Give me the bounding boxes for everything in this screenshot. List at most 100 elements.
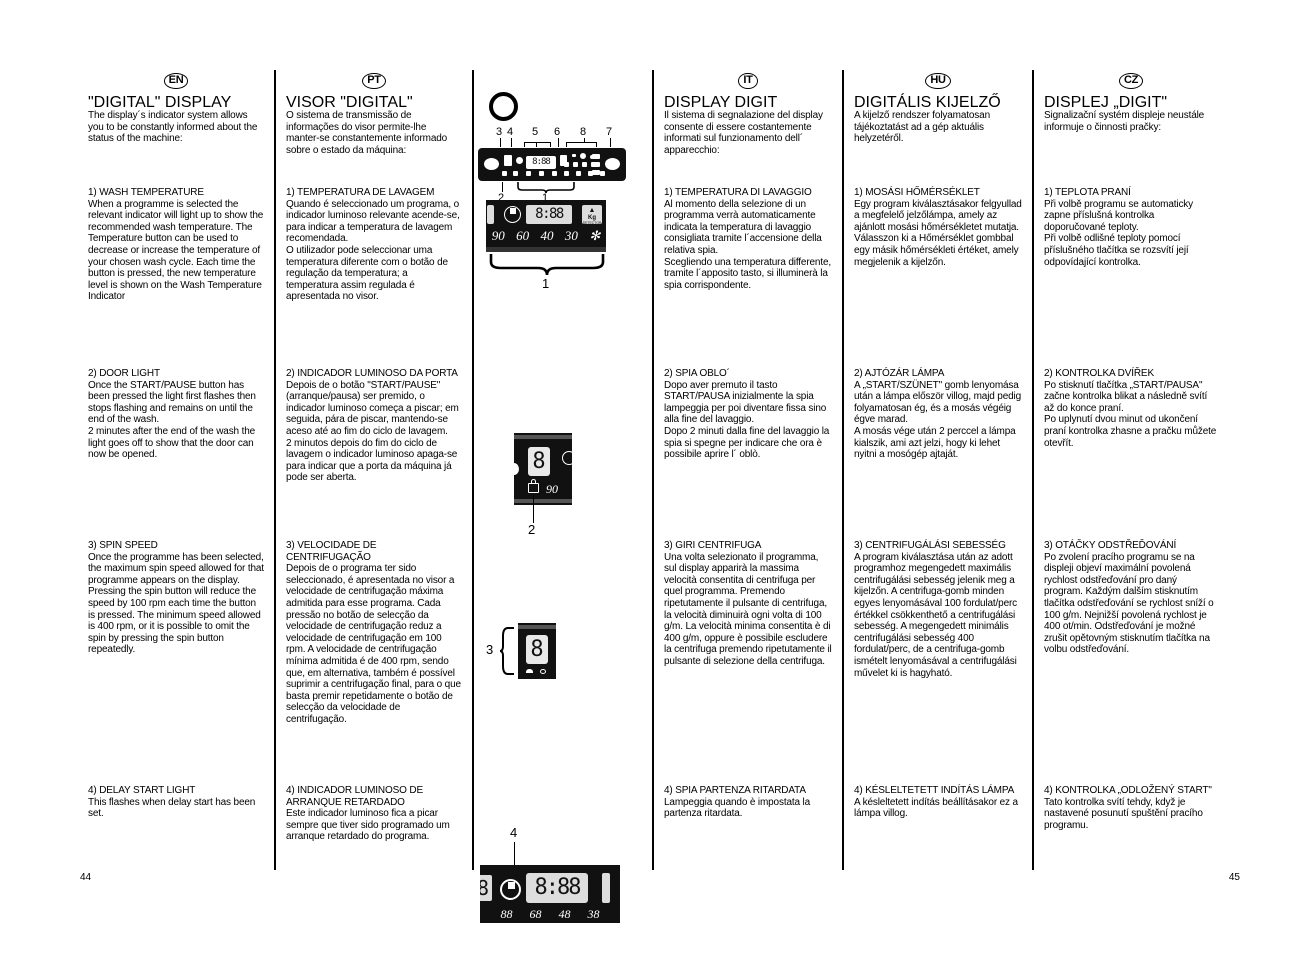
intro-en: The display´s indicator system allows yo… [88,110,258,145]
panel-indicator-7 [576,171,581,176]
panel-leader-8 [584,138,585,142]
section-1-body-it: Al momento della selezione di un program… [664,198,832,291]
section-1-body-hu: Egy program kiválasztásakor felgyullad a… [854,198,1022,268]
section-2-body-pt: Depois de o botão "START/PAUSE" (arranqu… [286,379,459,484]
panel-indicator-3 [526,171,531,176]
delay-temp-3: 48 [558,906,571,921]
spin-fig-top-bar [518,625,556,629]
section-1-title-hu: 1) MOSÁSI HŐMÉRSÉKLET [854,187,980,198]
panel-bracket-8-right [596,142,597,147]
section-1-body-cz: Při volbě programu se automaticky zapne … [1044,198,1194,268]
section-2-cz: 2) KONTROLKA DVÍŘEK Po stisknutí tlačítk… [1044,368,1218,449]
language-badge-en: EN [88,70,264,90]
temp-left-bar [487,205,494,224]
section-1-title-pt: 1) TEMPERATURA DE LAVAGEM [286,187,435,198]
panel-digit-display: 8:88 [526,156,556,169]
panel-indicator-1 [502,171,507,176]
lock-fig-notch [514,463,519,475]
language-badge-cz: CZ [1044,70,1218,90]
section-4-title-pt: 4) INDICADOR LUMINOSO DE ARRANQUE RETARD… [286,785,423,808]
temp-digit-display: 8:88 [526,205,572,224]
delay-left-digit: 8 [480,875,492,901]
delay-temp-1: 88 [500,906,513,921]
section-3-title-it: 3) GIRI CENTRIFUGA [664,540,762,551]
intro-cz: Signalizační systém displeje neustále in… [1044,110,1205,133]
section-4-it: 4) SPIA PARTENZA RITARDATA Lampeggia qua… [664,785,832,820]
panel-indicator-row [502,171,610,177]
lock-fig-digit: 8 [528,447,550,476]
delay-callout-4: 4 [510,825,518,840]
spin-fig-icons [524,669,552,677]
section-2-en: 2) DOOR LIGHT Once the START/PAUSE butto… [88,368,264,461]
lock-fig-temp-90: 90 [546,482,558,496]
section-2-hu: 2) AJTÓZÁR LÁMPA A „START/SZÜNET" gomb l… [854,368,1022,461]
language-badge-pt: PT [286,70,462,90]
manual-page-spread: EN "DIGITAL" DISPLAY The display´s indic… [0,0,1308,954]
panel-bracket-8 [566,142,596,143]
section-1-title-it: 1) TEMPERATURA DI LAVAGGIO [664,187,812,198]
section-1-cz: 1) TEPLOTA PRANÍ Při volbě programu se a… [1044,187,1218,268]
door-light-leader [533,495,534,523]
temp-value-60: 60 [516,228,530,243]
temp-value-90: 90 [491,228,505,243]
column-cz: CZ DISPLEJ „DIGIT" Signalizační systém d… [1034,70,1228,870]
section-3-body-hu: A program kiválasztása után az adott pro… [854,551,1018,679]
language-badge-hu: HU [854,70,1022,90]
section-4-body-it: Lampeggia quando è impostata la partenza… [664,796,811,820]
section-2-body-hu: A „START/SZÜNET" gomb lenyomása után a l… [854,379,1022,461]
spin-brace [500,627,514,675]
language-code-it: IT [738,73,758,89]
figure-spin-speed-display: 8 [518,623,556,679]
lock-fig-top-bar [514,435,572,439]
door-circle-icon [489,92,518,121]
panel-bracket-5-left [524,142,525,147]
section-1-title-en: 1) WASH TEMPERATURE [88,187,204,198]
section-4-body-en: This flashes when delay start has been s… [88,796,256,820]
panel-bracket-8-left [566,142,567,147]
panel-callout-4: 4 [507,126,514,138]
section-4-cz: 4) KONTROLKA „ODLOŽENÝ START" Tato kontr… [1044,785,1218,831]
delay-digit-display: 8:88 [526,873,588,903]
figure-wash-temperature-display: 8:88 ▲ Kg DETECTOR 90 60 40 30 ✻ [486,200,606,252]
panel-phase-icon-e [573,162,578,167]
section-1-it: 1) TEMPERATURA DI LAVAGGIO Al momento de… [664,187,832,291]
section-1-pt: 1) TEMPERATURA DE LAVAGEM Quando é selec… [286,187,462,303]
padlock-icon [528,479,539,493]
temp-value-30: 30 [564,228,578,243]
panel-option-icon-1 [592,154,600,159]
section-4-title-en: 4) DELAY START LIGHT [88,785,196,796]
panel-callout-6: 6 [554,126,561,138]
panel-indicator-6 [564,171,569,176]
section-2-pt: 2) INDICADOR LUMINOSO DA PORTA Depois de… [286,368,462,484]
column-pt: PT VISOR "DIGITAL" O sistema de transmis… [276,70,474,870]
lock-fig-clock-icon [562,451,572,465]
panel-callout-3: 3 [496,126,503,138]
intro-it: Il sistema di segnalazione del display c… [664,110,823,156]
page-number-right: 45 [1228,872,1240,883]
panel-indicator-5 [552,171,557,176]
section-4-title-cz: 4) KONTROLKA „ODLOŽENÝ START" [1044,785,1212,796]
figure-stack: 3 4 5 6 8 7 8:88 2 1 8:88 ▲ Kg DETECTOR … [474,70,654,923]
control-panel-body: 8:88 [478,148,626,181]
panel-knob-right[interactable] [605,158,620,170]
delay-clock-icon [504,206,521,223]
panel-icon-temp [504,155,512,166]
panel-knob-left[interactable] [484,158,499,170]
section-4-title-it: 4) SPIA PARTENZA RITARDATA [664,785,806,796]
panel-leader-2 [502,182,503,192]
language-code-hu: HU [925,73,951,89]
section-4-en: 4) DELAY START LIGHT This flashes when d… [88,785,264,820]
panel-bracket-5-right [550,142,551,147]
panel-leader-4 [511,138,512,147]
panel-clock-icon [516,157,523,164]
section-3-cz: 3) OTÁČKY ODSTŘEĎOVÁNÍ Po zvolení pracíh… [1044,540,1218,656]
panel-indicator-9 [600,171,605,176]
spin-callout-3: 3 [486,642,494,657]
panel-phase-icon-a [572,154,576,157]
kg-sub-label: DETECTOR [582,221,602,225]
intro-pt: O sistema de transmissão de informações … [286,110,448,156]
spin-icon-a [526,669,533,673]
figure-delay-start-display: 8 8:88 88 68 48 38 [480,865,620,923]
section-3-body-en: Once the programme has been selected, th… [88,551,264,656]
section-1-hu: 1) MOSÁSI HŐMÉRSÉKLET Egy program kivála… [854,187,1022,268]
